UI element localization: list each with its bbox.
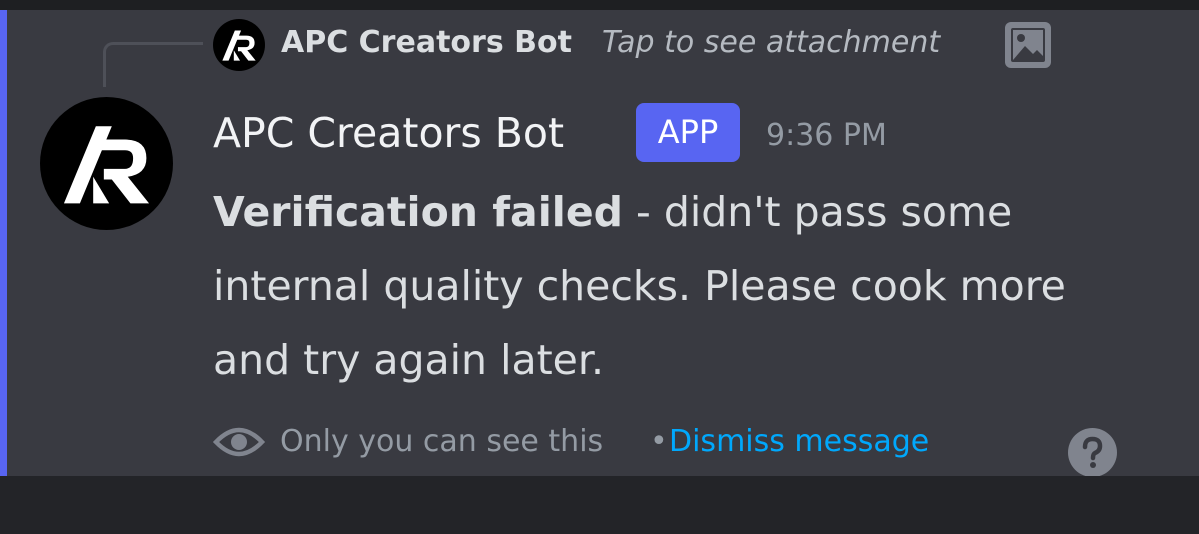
top-bar bbox=[0, 0, 1199, 10]
message-container[interactable]: APC Creators Bot Tap to see attachment A… bbox=[0, 10, 1199, 477]
reply-preview[interactable]: Tap to see attachment bbox=[602, 23, 940, 63]
ephemeral-text: Only you can see this bbox=[280, 424, 604, 459]
message-content: Verification failed - didn't pass some i… bbox=[213, 175, 1093, 397]
app-badge: APP bbox=[636, 103, 740, 162]
message-author[interactable]: APC Creators Bot bbox=[213, 108, 564, 158]
separator-dot: • bbox=[650, 424, 668, 459]
reply-avatar[interactable] bbox=[213, 19, 265, 71]
reply-author[interactable]: APC Creators Bot bbox=[281, 23, 572, 63]
reply-spine bbox=[103, 42, 203, 87]
dismiss-message-link[interactable]: Dismiss message bbox=[669, 422, 929, 462]
eye-icon bbox=[213, 427, 265, 457]
bottom-area bbox=[0, 476, 1199, 534]
timestamp[interactable]: 9:36 PM bbox=[766, 116, 887, 156]
image-icon bbox=[1005, 22, 1051, 68]
mention-accent-bar bbox=[0, 10, 7, 476]
avatar[interactable] bbox=[40, 97, 173, 230]
question-icon[interactable] bbox=[1068, 428, 1117, 477]
message-content-bold: Verification failed bbox=[213, 188, 623, 236]
